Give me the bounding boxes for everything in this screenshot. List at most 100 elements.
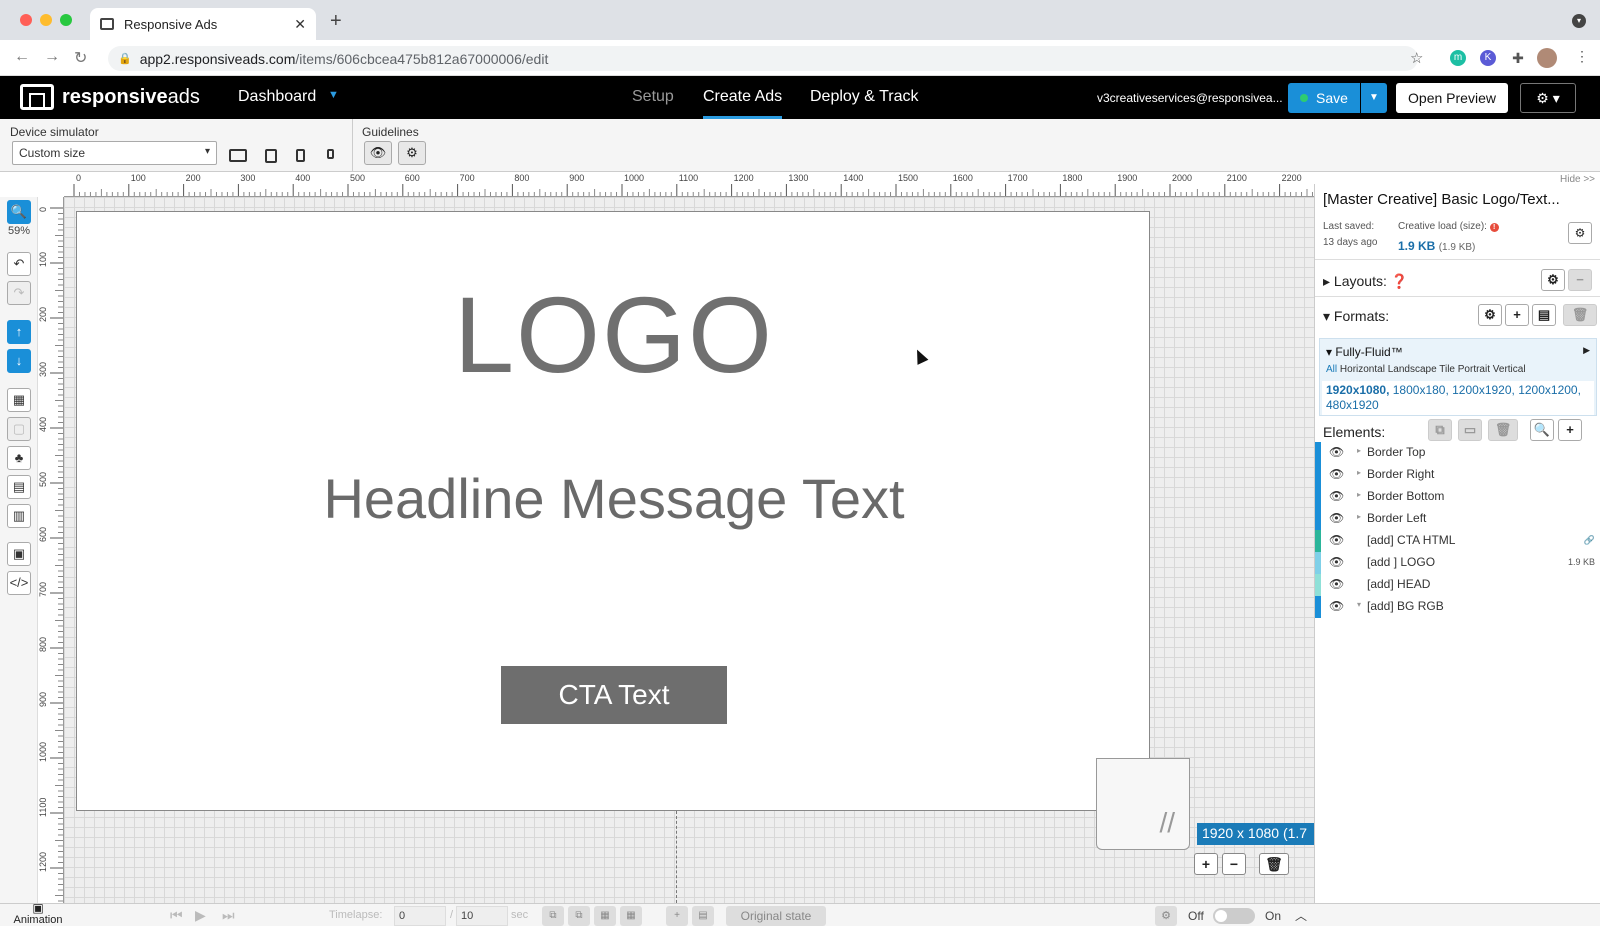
elements-search-button[interactable]: 🔍	[1530, 419, 1554, 441]
tab-deploy-track[interactable]: Deploy & Track	[810, 88, 918, 106]
ad-headline-text[interactable]: Headline Message Text	[77, 466, 1151, 531]
export-icon[interactable]: ▤	[7, 475, 31, 499]
visibility-eye-icon[interactable]: 👁	[1329, 577, 1344, 591]
move-down-icon[interactable]: ↓	[7, 349, 31, 373]
elements-folder-button[interactable]: ▭	[1458, 419, 1482, 441]
expand-chevron-icon[interactable]: ︿	[1295, 907, 1307, 924]
window-maximize-button[interactable]	[60, 14, 72, 26]
image-tool-icon[interactable]: ▢	[7, 417, 31, 441]
time-input[interactable]: 0	[394, 906, 446, 926]
guidelines-eye-button[interactable]: 👁	[364, 141, 392, 165]
format-filters[interactable]: Horizontal Landscape Tile Portrait Verti…	[1340, 364, 1526, 375]
zoom-in-button[interactable]: +	[1194, 853, 1218, 875]
duration-input[interactable]: 10	[456, 906, 508, 926]
artboard-resize-handle[interactable]: //	[1096, 758, 1190, 850]
formats-add-button[interactable]: +	[1505, 304, 1529, 326]
reload-icon[interactable]: ↻	[74, 48, 87, 68]
animation-gear-button[interactable]: ⚙	[1155, 906, 1177, 926]
keyframe-copy-button[interactable]: ⧉	[542, 906, 564, 926]
formats-gear-button[interactable]: ⚙	[1478, 304, 1502, 326]
element-row[interactable]: 👁 [add ] LOGO 1.9 KB	[1315, 552, 1600, 574]
element-caret-icon[interactable]: ▸	[1357, 512, 1361, 521]
format-fully-fluid[interactable]: ▾ Fully-Fluid™ ▶ All Horizontal Landscap…	[1319, 338, 1597, 416]
extension-k-icon[interactable]: K	[1480, 50, 1496, 66]
zoom-search-icon[interactable]: 🔍	[7, 200, 31, 224]
film-icon[interactable]: ▣	[7, 542, 31, 566]
element-caret-icon[interactable]: ▸	[1357, 468, 1361, 477]
element-row[interactable]: 👁 ▸ Border Top	[1315, 442, 1600, 464]
import-icon[interactable]: ▥	[7, 504, 31, 528]
visibility-eye-icon[interactable]: 👁	[1329, 489, 1344, 503]
keyframe-paste-button[interactable]: ⧉	[568, 906, 590, 926]
small-phone-icon[interactable]	[327, 149, 334, 159]
tab-search-icon[interactable]: ▾	[1572, 14, 1586, 28]
element-caret-icon[interactable]: ▾	[1357, 600, 1361, 609]
window-minimize-button[interactable]	[40, 14, 52, 26]
delete-size-button[interactable]: 🗑	[1259, 853, 1289, 875]
visibility-eye-icon[interactable]: 👁	[1329, 599, 1344, 613]
formats-section[interactable]: ▾ Formats:	[1323, 308, 1389, 325]
element-caret-icon[interactable]: ▸	[1357, 446, 1361, 455]
visibility-eye-icon[interactable]: 👁	[1329, 511, 1344, 525]
formats-save-button[interactable]: ▤	[1532, 304, 1556, 326]
element-caret-icon[interactable]: ▸	[1357, 490, 1361, 499]
browser-tab[interactable]: Responsive Ads ✕	[90, 8, 316, 40]
keyframe-left-button[interactable]: ▦	[594, 906, 616, 926]
open-preview-button[interactable]: Open Preview	[1396, 83, 1508, 113]
undo-icon[interactable]: ↶	[7, 252, 31, 276]
element-row[interactable]: 👁 ▸ Border Left	[1315, 508, 1600, 530]
guidelines-gear-button[interactable]: ⚙	[398, 141, 426, 165]
zoom-out-button[interactable]: −	[1222, 853, 1246, 875]
new-tab-button[interactable]: +	[330, 10, 342, 33]
keyframe-add-button[interactable]: +	[666, 906, 688, 926]
dashboard-caret-icon[interactable]: ▼	[328, 89, 339, 101]
skip-forward-icon[interactable]: ⏭	[222, 907, 235, 924]
forward-icon[interactable]: →	[44, 48, 60, 66]
layouts-collapse-button[interactable]: −	[1568, 269, 1592, 291]
tab-create-ads[interactable]: Create Ads	[703, 88, 782, 106]
back-icon[interactable]: ←	[14, 48, 30, 66]
hierarchy-icon[interactable]: ♣	[7, 446, 31, 470]
original-state-button[interactable]: Original state	[726, 906, 826, 926]
elements-copy-button[interactable]: ⧉	[1428, 419, 1452, 441]
element-row[interactable]: 👁 ▸ Border Right	[1315, 464, 1600, 486]
bookmark-star-icon[interactable]: ☆	[1410, 49, 1423, 67]
phone-icon[interactable]	[296, 149, 305, 162]
element-row[interactable]: 👁 ▾ [add] BG RGB	[1315, 596, 1600, 618]
user-email[interactable]: v3creativeservices@responsivea...	[1097, 91, 1283, 105]
elements-add-button[interactable]: +	[1558, 419, 1582, 441]
desktop-icon[interactable]	[229, 149, 247, 162]
ad-artboard[interactable]: LOGO Headline Message Text CTA Text	[76, 211, 1150, 811]
creative-settings-gear-button[interactable]: ⚙	[1568, 222, 1592, 244]
grid-layout-icon[interactable]: ▦	[7, 388, 31, 412]
skip-back-icon[interactable]: ⏮	[170, 907, 183, 924]
profile-avatar[interactable]	[1537, 48, 1557, 68]
save-options-caret-button[interactable]: ▼	[1361, 83, 1387, 113]
code-icon[interactable]: </>	[7, 571, 31, 595]
ad-cta-button[interactable]: CTA Text	[501, 666, 727, 724]
layouts-gear-button[interactable]: ⚙	[1541, 269, 1565, 291]
layouts-section[interactable]: ▸ Layouts: ❓	[1323, 273, 1408, 290]
tab-close-icon[interactable]: ✕	[294, 16, 306, 33]
extension-m-icon[interactable]: m	[1450, 50, 1466, 66]
device-simulator-select[interactable]: Custom size ▾	[12, 141, 217, 165]
browser-menu-icon[interactable]: ⋮	[1575, 48, 1589, 65]
help-icon[interactable]: ❓	[1391, 273, 1408, 289]
save-button[interactable]: Save	[1288, 83, 1360, 113]
info-alert-icon[interactable]: !	[1489, 223, 1499, 232]
dashboard-menu[interactable]: Dashboard	[238, 88, 316, 106]
visibility-eye-icon[interactable]: 👁	[1329, 555, 1344, 569]
animation-toggle[interactable]: ▣ Animation	[8, 902, 68, 926]
redo-icon[interactable]: ↷	[7, 281, 31, 305]
tab-setup[interactable]: Setup	[632, 88, 674, 106]
visibility-eye-icon[interactable]: 👁	[1329, 467, 1344, 481]
formats-delete-button[interactable]: 🗑	[1563, 304, 1597, 326]
visibility-eye-icon[interactable]: 👁	[1329, 533, 1344, 547]
elements-delete-button[interactable]: 🗑	[1488, 419, 1518, 441]
window-close-button[interactable]	[20, 14, 32, 26]
tablet-icon[interactable]	[265, 149, 277, 163]
visibility-eye-icon[interactable]: 👁	[1329, 445, 1344, 459]
animation-toggle-switch[interactable]	[1213, 908, 1255, 924]
url-field[interactable]: 🔒 app2.responsiveads.com/items/606cbcea4…	[108, 46, 1418, 71]
format-expand-icon[interactable]: ▶	[1583, 345, 1590, 356]
